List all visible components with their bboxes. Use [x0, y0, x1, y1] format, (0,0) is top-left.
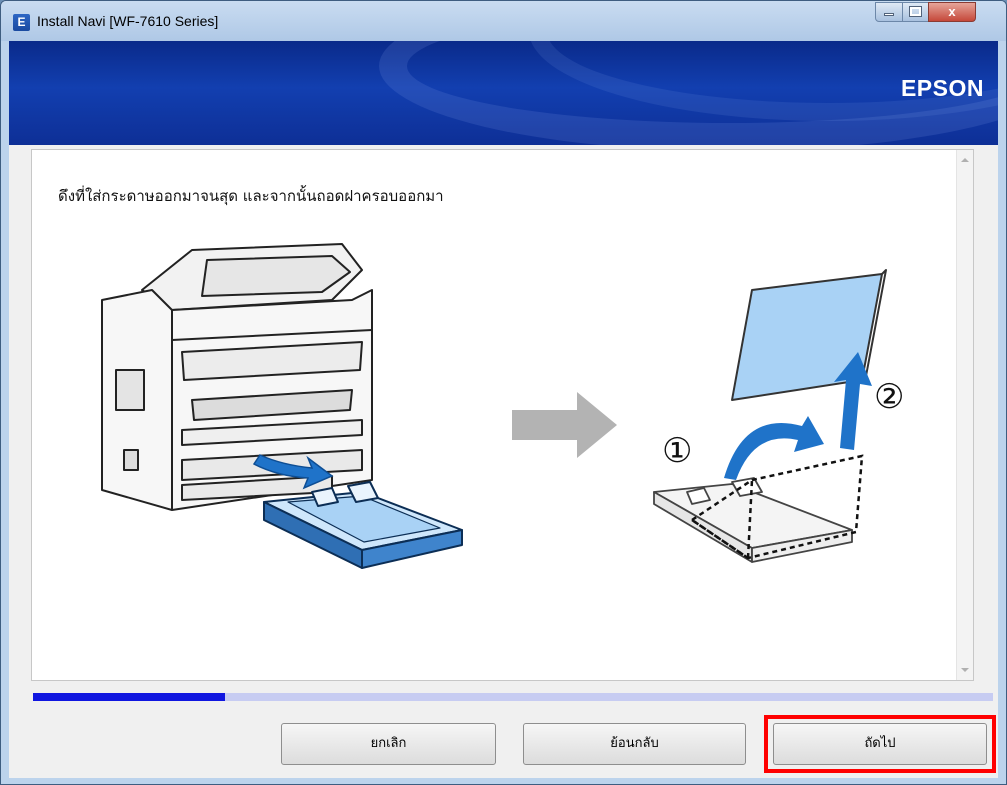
content-area: ดึงที่ใส่กระดาษออกมาจนสุด และจากนั้นถอดฝ… [9, 145, 998, 778]
header-banner: EPSON [9, 41, 998, 145]
next-button[interactable]: ถัดไป [773, 723, 987, 765]
close-icon: x [948, 4, 956, 19]
close-button[interactable]: x [928, 2, 976, 22]
step-marker-1: ① [662, 431, 692, 471]
step-marker-2: ② [874, 377, 904, 417]
maximize-icon [909, 6, 922, 17]
flip-arrow-icon [724, 416, 824, 480]
install-progress-bar [33, 693, 993, 701]
next-step-arrow-icon [512, 392, 617, 458]
back-button[interactable]: ย้อนกลับ [523, 723, 746, 765]
scroll-down-arrow-icon[interactable] [961, 668, 969, 672]
minimize-button[interactable] [875, 2, 903, 22]
maximize-button[interactable] [902, 2, 929, 22]
tray-outline-illustration [653, 477, 853, 563]
window-title: Install Navi [WF-7610 Series] [37, 13, 219, 29]
instruction-illustration: ① ② [101, 243, 904, 569]
app-icon: E [13, 14, 30, 31]
scroll-up-arrow-icon[interactable] [961, 158, 969, 162]
vertical-scrollbar[interactable] [956, 150, 973, 680]
instruction-text: ดึงที่ใส่กระดาษออกมาจนสุด และจากนั้นถอดฝ… [58, 187, 444, 205]
instruction-panel: ดึงที่ใส่กระดาษออกมาจนสุด และจากนั้นถอดฝ… [31, 149, 974, 681]
cancel-button[interactable]: ยกเลิก [281, 723, 496, 765]
printer-illustration [101, 243, 373, 511]
title-bar[interactable]: E Install Navi [WF-7610 Series] x [1, 1, 1006, 41]
installer-window: E Install Navi [WF-7610 Series] x EPSON … [0, 0, 1007, 785]
progress-fill [33, 693, 225, 701]
epson-logo: EPSON [900, 75, 984, 101]
minimize-icon [884, 13, 894, 16]
